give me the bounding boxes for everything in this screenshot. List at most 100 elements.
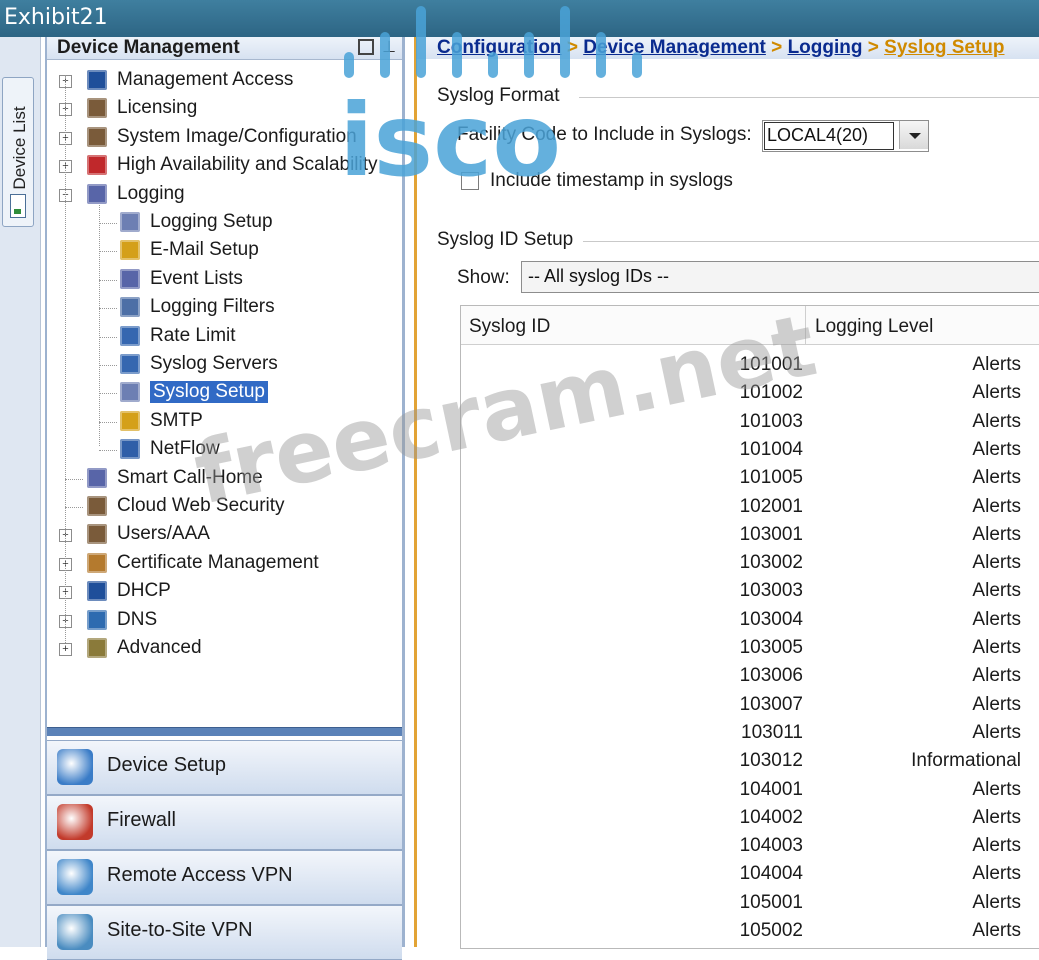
device-setup-icon: [57, 749, 93, 785]
column-header-syslog-id[interactable]: Syslog ID: [469, 316, 550, 338]
tree-item[interactable]: + System Image/Configuration: [47, 124, 402, 152]
remote-vpn-icon: [57, 859, 93, 895]
tree-item-label: Management Access: [117, 69, 294, 90]
logging-level-cell: Alerts: [972, 495, 1021, 517]
show-filter-value: -- All syslog IDs --: [528, 266, 670, 286]
breadcrumb: Configuration > Device Management > Logg…: [417, 37, 1039, 59]
show-filter-select[interactable]: -- All syslog IDs --: [521, 261, 1039, 293]
pane-splitter[interactable]: [47, 727, 402, 736]
restore-icon[interactable]: [358, 39, 374, 55]
logging-level-cell: Alerts: [972, 467, 1021, 489]
syslog-id-cell: 101005: [739, 467, 803, 489]
table-row[interactable]: 101005 Alerts: [461, 463, 1039, 491]
column-header-logging-level[interactable]: Logging Level: [815, 316, 933, 338]
table-row[interactable]: 103005 Alerts: [461, 633, 1039, 661]
users-icon: [87, 98, 107, 119]
tree-item[interactable]: Logging Setup: [47, 209, 402, 237]
show-label: Show:: [457, 267, 510, 288]
syslog-id-cell: 101004: [739, 438, 803, 460]
breadcrumb-syslog-setup: Syslog Setup: [884, 37, 1005, 58]
table-row[interactable]: 101001 Alerts: [461, 350, 1039, 378]
tree-item[interactable]: SMTP: [47, 408, 402, 436]
table-row[interactable]: 104002 Alerts: [461, 803, 1039, 831]
breadcrumb-logging[interactable]: Logging: [788, 37, 863, 58]
tree-item[interactable]: Event Lists: [47, 266, 402, 294]
breadcrumb-configuration[interactable]: Configuration: [437, 37, 562, 58]
tree-item[interactable]: E-Mail Setup: [47, 237, 402, 265]
table-row[interactable]: 103012 Informational: [461, 746, 1039, 774]
group-divider: [579, 97, 1039, 98]
table-row[interactable]: 105001 Alerts: [461, 888, 1039, 916]
tree-connector: [99, 308, 117, 310]
tree-item[interactable]: + DNS: [47, 607, 402, 635]
nav-button-site-to-site-vpn[interactable]: Site-to-Site VPN: [47, 905, 402, 960]
nav-button-remote-access-vpn[interactable]: Remote Access VPN: [47, 850, 402, 905]
device-list-strip: Device List: [0, 37, 41, 947]
netflow-icon: [120, 439, 140, 460]
syslog-id-cell: 103007: [739, 693, 803, 715]
nav-button-firewall[interactable]: Firewall: [47, 795, 402, 850]
nav-button-device-setup[interactable]: Device Setup: [47, 740, 402, 795]
tree-item[interactable]: + Users/AAA: [47, 521, 402, 549]
tree-item[interactable]: Syslog Servers: [47, 351, 402, 379]
tree-item[interactable]: Cloud Web Security: [47, 493, 402, 521]
table-row[interactable]: 105002 Alerts: [461, 916, 1039, 944]
table-row[interactable]: 103001 Alerts: [461, 520, 1039, 548]
pane-title: Device Management: [57, 37, 240, 58]
table-row[interactable]: 101003 Alerts: [461, 407, 1039, 435]
tree-item[interactable]: + DHCP: [47, 578, 402, 606]
mail-icon: [120, 410, 140, 431]
table-row[interactable]: 104003 Alerts: [461, 831, 1039, 859]
table-row[interactable]: 104004 Alerts: [461, 859, 1039, 887]
dns-icon: [87, 609, 107, 630]
logging-level-cell: Alerts: [972, 580, 1021, 602]
table-row[interactable]: 104001 Alerts: [461, 775, 1039, 803]
tree-item[interactable]: + Advanced: [47, 635, 402, 663]
tree-item[interactable]: + Certificate Management: [47, 550, 402, 578]
table-row[interactable]: 103011 Alerts: [461, 718, 1039, 746]
device-list-tab[interactable]: Device List: [2, 77, 34, 227]
table-row[interactable]: 101002 Alerts: [461, 378, 1039, 406]
tree-item[interactable]: Smart Call-Home: [47, 465, 402, 493]
tree-item-label: Syslog Servers: [150, 353, 278, 374]
syslog-id-cell: 105002: [739, 920, 803, 941]
pin-icon[interactable]: ⊥: [382, 37, 396, 57]
tree-item[interactable]: NetFlow: [47, 436, 402, 464]
table-row[interactable]: 103007 Alerts: [461, 690, 1039, 718]
setup-icon: [120, 212, 140, 232]
tree-item[interactable]: + Licensing: [47, 95, 402, 123]
tree-item[interactable]: + High Availability and Scalability: [47, 152, 402, 180]
table-row[interactable]: 103002 Alerts: [461, 548, 1039, 576]
list-icon: [87, 467, 107, 488]
breadcrumb-device-management[interactable]: Device Management: [583, 37, 766, 58]
syslog-id-cell: 101002: [739, 382, 803, 404]
tree-item[interactable]: Rate Limit: [47, 323, 402, 351]
logging-level-cell: Alerts: [972, 806, 1021, 828]
list-icon: [87, 183, 107, 204]
logging-level-cell: Alerts: [972, 665, 1021, 687]
table-row[interactable]: 103003 Alerts: [461, 576, 1039, 604]
facility-code-select[interactable]: LOCAL4(20): [762, 120, 929, 152]
users-icon: [87, 524, 107, 545]
table-row[interactable]: 102001 Alerts: [461, 492, 1039, 520]
table-row[interactable]: 103004 Alerts: [461, 605, 1039, 633]
column-separator[interactable]: [805, 306, 806, 344]
logging-level-cell: Alerts: [972, 354, 1021, 375]
tree-item[interactable]: + Management Access: [47, 67, 402, 95]
include-timestamp-checkbox[interactable]: [461, 172, 479, 190]
table-row[interactable]: 103006 Alerts: [461, 661, 1039, 689]
tree-item[interactable]: − Logging: [47, 181, 402, 209]
include-timestamp-label: Include timestamp in syslogs: [490, 170, 733, 191]
logging-level-cell: Alerts: [972, 438, 1021, 460]
tree-item-label: System Image/Configuration: [117, 125, 357, 147]
tree-item-label: Event Lists: [150, 267, 243, 289]
syslog-id-cell: 103012: [739, 750, 803, 772]
users-icon: [87, 126, 107, 147]
server-icon: [120, 325, 140, 346]
tree-item[interactable]: Syslog Setup: [47, 379, 402, 407]
chevron-down-icon[interactable]: [899, 121, 928, 149]
table-row[interactable]: 101004 Alerts: [461, 435, 1039, 463]
tree-connector: [99, 251, 117, 253]
expand-icon[interactable]: +: [59, 643, 72, 656]
tree-item[interactable]: Logging Filters: [47, 294, 402, 322]
